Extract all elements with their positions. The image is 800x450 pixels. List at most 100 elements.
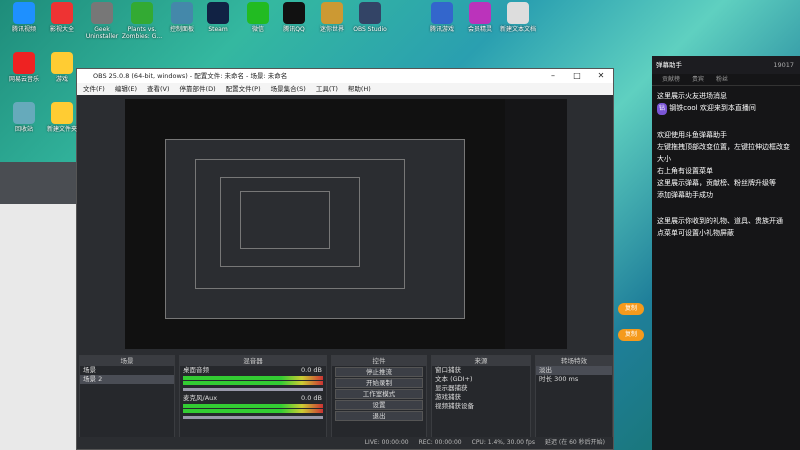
- app-icon: [13, 2, 35, 24]
- track-name: 麦克风/Aux: [183, 394, 218, 402]
- control-button[interactable]: 停止推流: [335, 367, 423, 377]
- duration-value[interactable]: 300 ms: [554, 375, 578, 383]
- assistant-message: 欢迎使用斗鱼弹幕助手: [652, 129, 800, 141]
- obs-title-text: OBS 25.0.8 (64-bit, windows) - 配置文件: 未命名…: [93, 72, 288, 80]
- app-icon: [51, 2, 73, 24]
- assistant-message: 这里展示弹幕，贡献榜、粉丝牌升级等: [652, 177, 800, 189]
- obs-menubar: 文件(F) 编辑(E) 查看(V) 停靠部件(D) 配置文件(P) 场景集合(S) 工具(T…: [77, 83, 613, 95]
- volume-slider[interactable]: [183, 416, 323, 419]
- control-button[interactable]: 开始录制: [335, 378, 423, 388]
- mixer-track: 麦克风/Aux 0.0 dB: [180, 394, 326, 403]
- message-text: 欢迎来到本直播间: [699, 104, 756, 112]
- assistant-tabs: 贡献榜 贵宾 粉丝: [652, 74, 800, 86]
- assistant-tab[interactable]: 贵宾: [692, 74, 704, 85]
- source-item[interactable]: 文本 (GDI+): [432, 375, 530, 384]
- message-text: 右上角有设置菜单: [657, 167, 713, 175]
- menu-item[interactable]: 场景集合(S): [271, 83, 306, 95]
- copy-button-1[interactable]: 复制: [618, 303, 644, 315]
- volume-meter: [183, 376, 323, 380]
- assistant-tab[interactable]: 粉丝: [716, 74, 728, 85]
- obs-window: OBS 25.0.8 (64-bit, windows) - 配置文件: 未命名…: [76, 68, 614, 450]
- track-db: 0.0 dB: [301, 394, 322, 402]
- control-button[interactable]: 退出: [335, 411, 423, 421]
- desktop-icon[interactable]: Steam: [196, 2, 240, 33]
- status-text: REC: 00:00:00: [418, 439, 462, 446]
- desktop-icon-label: 新建文本文档: [499, 26, 536, 33]
- desktop-icon[interactable]: Plants vs. Zombies: G...: [120, 2, 164, 40]
- desktop-icon[interactable]: 新建文件夹: [40, 102, 84, 133]
- control-button[interactable]: 工作室模式: [335, 389, 423, 399]
- volume-meter: [183, 381, 323, 385]
- message-text: 这里展示弹幕，贡献榜、粉丝牌升级等: [657, 179, 776, 187]
- assistant-tab[interactable]: 贡献榜: [662, 74, 680, 85]
- desktop-icon[interactable]: OBS Studio: [348, 2, 392, 33]
- message-text: 欢迎使用斗鱼弹幕助手: [657, 131, 727, 139]
- menu-item[interactable]: 帮助(H): [348, 83, 371, 95]
- scene-item[interactable]: 场景: [80, 366, 174, 375]
- transitions-dock: 转场特效 淡出 时长 300 ms: [535, 355, 613, 447]
- assistant-message: 左键拖拽顶部改变位置，左键拉伸边框改变大小: [652, 141, 800, 165]
- sources-dock: 来源 窗口捕获 文本 (GDI+) 显示器捕获 游戏捕获 视频捕获设备: [431, 355, 531, 447]
- transition-select[interactable]: 淡出: [536, 366, 612, 375]
- desktop-icon[interactable]: 影视大全: [40, 2, 84, 33]
- app-icon: [13, 52, 35, 74]
- copy-button-2[interactable]: 复制: [618, 329, 644, 341]
- app-icon: [507, 2, 529, 24]
- sources-title: 来源: [432, 356, 530, 366]
- app-icon: [51, 102, 73, 124]
- minimize-icon[interactable]: –: [541, 69, 565, 83]
- menu-item[interactable]: 编辑(E): [115, 83, 137, 95]
- scenes-dock: 场景 场景 场景 2: [79, 355, 175, 447]
- app-icon: [431, 2, 453, 24]
- source-item[interactable]: 视频捕获设备: [432, 402, 530, 411]
- menu-item[interactable]: 工具(T): [316, 83, 338, 95]
- desktop-icon[interactable]: 游戏: [40, 52, 84, 83]
- app-icon: [171, 2, 193, 24]
- source-item[interactable]: 显示器捕获: [432, 384, 530, 393]
- app-icon: [51, 52, 73, 74]
- menu-item[interactable]: 停靠部件(D): [180, 83, 216, 95]
- track-name: 桌面音频: [183, 366, 209, 374]
- track-db: 0.0 dB: [301, 366, 322, 374]
- assistant-message: 这里展示火友进场消息: [652, 90, 800, 102]
- transition-duration[interactable]: 时长 300 ms: [536, 375, 612, 384]
- menu-item[interactable]: 查看(V): [147, 83, 170, 95]
- desktop-icon-label: Geek Uninstaller: [85, 26, 119, 40]
- control-button[interactable]: 设置: [335, 400, 423, 410]
- app-icon: [131, 2, 153, 24]
- left-window-toolbar: [0, 162, 76, 204]
- message-text: 左键拖拽顶部改变位置，左键拉伸边框改变大小: [657, 143, 790, 163]
- controls-title: 控件: [332, 356, 426, 366]
- mixer-track: 桌面音频 0.0 dB: [180, 366, 326, 375]
- menu-item[interactable]: 文件(F): [83, 83, 105, 95]
- source-item[interactable]: 窗口捕获: [432, 366, 530, 375]
- app-icon: [91, 2, 113, 24]
- maximize-icon[interactable]: □: [565, 69, 589, 83]
- mixer-title: 混音器: [180, 356, 326, 366]
- app-icon: [359, 2, 381, 24]
- status-text: 延迟 (在 60 秒后开始): [544, 439, 605, 446]
- duration-label: 时长: [539, 375, 552, 383]
- app-icon: [283, 2, 305, 24]
- desktop-icon[interactable]: 新建文本文档: [496, 2, 540, 33]
- app-icon: [321, 2, 343, 24]
- status-text: LIVE: 00:00:00: [364, 439, 409, 446]
- assistant-message: 钻 钢铁cool 欢迎来到本直播间: [652, 102, 800, 115]
- assistant-message: 右上角有设置菜单: [652, 165, 800, 177]
- obs-preview[interactable]: [125, 99, 567, 349]
- desktop-icon[interactable]: Geek Uninstaller: [80, 2, 124, 40]
- close-icon[interactable]: ✕: [589, 69, 613, 83]
- volume-meter: [183, 404, 323, 408]
- app-icon: [469, 2, 491, 24]
- assistant-message: 点菜单可设置小礼物屏蔽: [652, 227, 800, 239]
- app-icon: [247, 2, 269, 24]
- volume-slider[interactable]: [183, 388, 323, 391]
- mixer-dock: 混音器 桌面音频 0.0 dB 麦克风/Aux 0.0 dB: [179, 355, 327, 447]
- desktop-icon-label: Steam: [208, 26, 228, 33]
- source-item[interactable]: 游戏捕获: [432, 393, 530, 402]
- desktop-icon-label: 新建文件夹: [46, 126, 77, 133]
- scenes-title: 场景: [80, 356, 174, 366]
- desktop-icon-label: Plants vs. Zombies: G...: [121, 26, 163, 40]
- scene-item[interactable]: 场景 2: [80, 375, 174, 384]
- menu-item[interactable]: 配置文件(P): [226, 83, 261, 95]
